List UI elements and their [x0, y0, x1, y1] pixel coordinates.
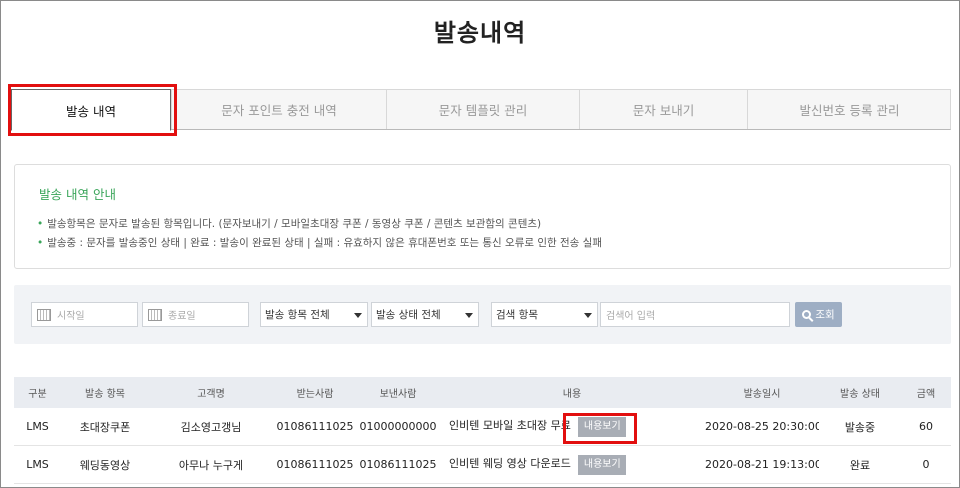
column-header: 금액	[916, 389, 936, 400]
status-select[interactable]: 발송 상태 전체	[371, 302, 479, 327]
chevron-down-icon	[584, 313, 592, 318]
column-header: 받는사람	[296, 389, 334, 400]
item-select[interactable]: 발송 항목 전체	[260, 302, 368, 327]
column-header: 발송 항목	[85, 389, 125, 400]
search-icon	[802, 310, 812, 319]
search-input[interactable]: 검색어 입력	[600, 302, 790, 327]
notice-title: 발송 내역 안내	[39, 187, 116, 202]
tab-bar: 발송 내역 문자 포인트 충전 내역 문자 템플릿 관리 문자 보내기 발신번호…	[11, 89, 951, 131]
column-header: 보낸사람	[379, 389, 417, 400]
start-date-field[interactable]: 시작일	[31, 302, 138, 327]
chevron-down-icon	[354, 313, 362, 318]
search-filter-bar: 시작일 종료일 발송 항목 전체 발송 상태 전체 검색 항목 검색어 입력 조…	[14, 285, 951, 344]
table-row: LMS 웨딩동영상 아무나 누구게 01086111025 0108611102…	[14, 446, 951, 484]
column-header: 구분	[28, 389, 47, 400]
table-header: 구분 발송 항목 고객명 받는사람 보낸사람 내용 발송일시 발송 상태 금액	[14, 377, 951, 408]
end-date-field[interactable]: 종료일	[142, 302, 249, 327]
page-title: 발송내역	[433, 19, 527, 47]
calendar-icon	[37, 308, 51, 321]
tab-send-history[interactable]: 발송 내역	[11, 89, 171, 131]
search-button[interactable]: 조회	[795, 302, 842, 327]
column-header: 발송일시	[743, 389, 781, 400]
content-cell: 인비텐 웨딩 영상 다운로드 내용보기	[439, 454, 705, 475]
column-header: 내용	[562, 389, 582, 400]
view-content-button[interactable]: 내용보기	[578, 416, 627, 437]
send-history-table: 구분 발송 항목 고객명 받는사람 보낸사람 내용 발송일시 발송 상태 금액 …	[14, 377, 951, 484]
calendar-icon	[148, 308, 162, 321]
tab-template-management[interactable]: 문자 템플릿 관리	[386, 90, 579, 129]
content-cell: 인비텐 모바일 초대장 무료 내용보기	[439, 416, 705, 437]
column-header: 고객명	[197, 389, 225, 400]
notice-line: • 발송항목은 문자로 발송된 항목입니다. (문자보내기 / 모바일초대장 쿠폰…	[37, 218, 542, 230]
tab-point-charge-history[interactable]: 문자 포인트 충전 내역	[171, 90, 386, 129]
notice-box: 발송 내역 안내 • 발송항목은 문자로 발송된 항목입니다. (문자보내기 / …	[14, 164, 951, 269]
column-header: 발송 상태	[840, 389, 880, 400]
view-content-button[interactable]: 내용보기	[578, 454, 627, 475]
tab-send-message[interactable]: 문자 보내기	[579, 90, 747, 129]
search-field-select[interactable]: 검색 항목	[491, 302, 598, 327]
notice-line: • 발송중 : 문자를 발송중인 상태 | 완료 : 발송이 완료된 상태 | 실…	[37, 237, 602, 249]
tab-sender-number-management[interactable]: 발신번호 등록 관리	[747, 90, 951, 129]
chevron-down-icon	[465, 313, 473, 318]
table-row: LMS 초대장쿠폰 김소영고갱님 01086111025 01000000000…	[14, 408, 951, 446]
